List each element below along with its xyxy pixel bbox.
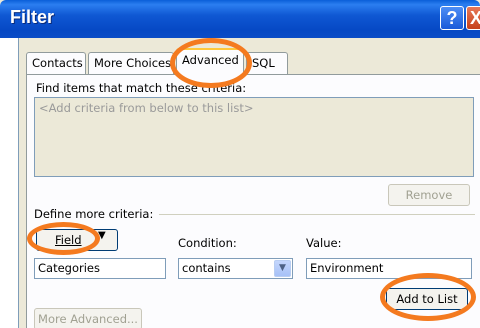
criteria-list-placeholder: <Add criteria from below to this list> (39, 101, 254, 115)
add-to-list-label: Add to List (396, 292, 458, 306)
more-advanced-button[interactable]: More Advanced... (34, 308, 142, 328)
tab-contacts-label: Contacts (32, 56, 83, 70)
close-icon: X (469, 8, 480, 28)
tab-advanced-label: Advanced (182, 53, 239, 67)
field-dropdown-arrow-icon: ▼ (98, 230, 106, 241)
field-button-label: Field (55, 233, 82, 247)
window-left-edge (0, 38, 18, 328)
tab-contacts[interactable]: Contacts (26, 52, 86, 74)
close-button[interactable]: X (466, 6, 480, 30)
window-title: Filter (10, 7, 55, 27)
help-button[interactable]: ? (440, 6, 464, 30)
field-input-value: Categories (38, 261, 100, 275)
remove-button[interactable]: Remove (388, 184, 470, 206)
criteria-list[interactable]: <Add criteria from below to this list> (34, 97, 474, 177)
condition-label: Condition: (178, 236, 237, 250)
tab-more-choices-label: More Choices (94, 56, 172, 70)
tab-advanced[interactable]: Advanced (176, 48, 244, 75)
value-input[interactable]: Environment (306, 258, 472, 279)
tab-sql-label: SQL (252, 56, 275, 70)
field-input[interactable]: Categories (34, 258, 166, 279)
more-advanced-label: More Advanced... (38, 312, 138, 326)
find-items-label: Find items that match these criteria: (36, 81, 247, 95)
value-label: Value: (306, 236, 342, 250)
help-icon: ? (446, 8, 458, 28)
value-input-value: Environment (310, 261, 384, 275)
add-to-list-button[interactable]: Add to List (386, 288, 468, 310)
title-bar: Filter ? X (0, 0, 480, 38)
window-left-border (18, 38, 19, 328)
tab-more-choices[interactable]: More Choices (88, 52, 174, 74)
condition-select-value: contains (182, 261, 231, 275)
tab-sql[interactable]: SQL (246, 52, 288, 74)
filter-dialog: Filter ? X Contacts More Choices Advance… (0, 0, 480, 328)
chevron-down-icon[interactable]: ▼ (274, 260, 291, 277)
condition-select[interactable]: contains ▼ (178, 258, 293, 279)
remove-button-label: Remove (405, 188, 453, 202)
define-criteria-label: Define more criteria: (34, 207, 160, 221)
define-criteria-divider (150, 214, 475, 215)
